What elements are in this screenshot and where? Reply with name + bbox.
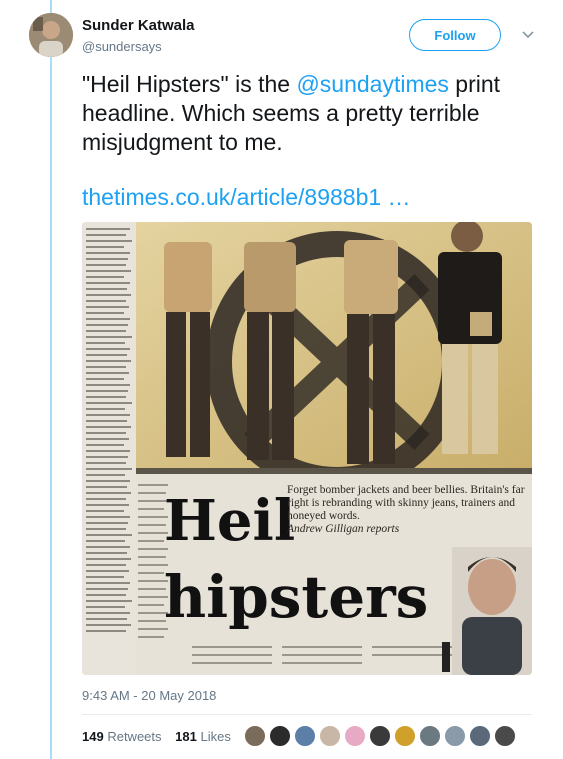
- retweets-stat[interactable]: 149 Retweets: [82, 729, 162, 744]
- retweets-count: 149: [82, 729, 104, 744]
- liker-avatar[interactable]: [294, 725, 316, 747]
- liker-avatar[interactable]: [444, 725, 466, 747]
- liker-avatar[interactable]: [319, 725, 341, 747]
- user-name[interactable]: Sunder Katwala: [82, 17, 195, 34]
- liker-avatar[interactable]: [469, 725, 491, 747]
- tweet-photo[interactable]: Heil hipsters Forget bomber jackets and …: [82, 222, 532, 675]
- mention-link[interactable]: @sundaytimes: [296, 71, 448, 97]
- liker-avatar[interactable]: [419, 725, 441, 747]
- retweets-label: Retweets: [107, 729, 162, 744]
- likes-label: Likes: [200, 729, 231, 744]
- likes-count: 181: [175, 729, 197, 744]
- divider: [82, 714, 532, 715]
- headline-hipsters: hipsters: [164, 563, 428, 631]
- likes-stat[interactable]: 181 Likes: [175, 729, 231, 744]
- avatar[interactable]: [29, 13, 73, 57]
- byline: Andrew Gilligan reports: [287, 523, 400, 535]
- likers-avatars: [244, 725, 519, 747]
- liker-avatar[interactable]: [269, 725, 291, 747]
- liker-avatar[interactable]: [344, 725, 366, 747]
- tweet-text-pre: "Heil Hipsters" is the: [82, 71, 297, 97]
- headline-heil: Heil: [164, 488, 295, 554]
- conversation-rail: [50, 0, 52, 759]
- tweet-text: "Heil Hipsters" is the @sundaytimes prin…: [82, 70, 542, 157]
- stats-row: 149 Retweets 181 Likes: [82, 729, 241, 744]
- timestamp[interactable]: 9:43 AM - 20 May 2018: [82, 688, 216, 703]
- article-link[interactable]: thetimes.co.uk/article/8988b1 …: [82, 184, 411, 210]
- liker-avatar[interactable]: [369, 725, 391, 747]
- liker-avatar[interactable]: [244, 725, 266, 747]
- user-handle[interactable]: @sundersays: [82, 39, 162, 54]
- follow-button[interactable]: Follow: [409, 19, 501, 51]
- chevron-down-icon[interactable]: [520, 26, 536, 42]
- liker-avatar[interactable]: [494, 725, 516, 747]
- liker-avatar[interactable]: [394, 725, 416, 747]
- standfirst: Forget bomber jackets and beer bellies. …: [287, 484, 525, 522]
